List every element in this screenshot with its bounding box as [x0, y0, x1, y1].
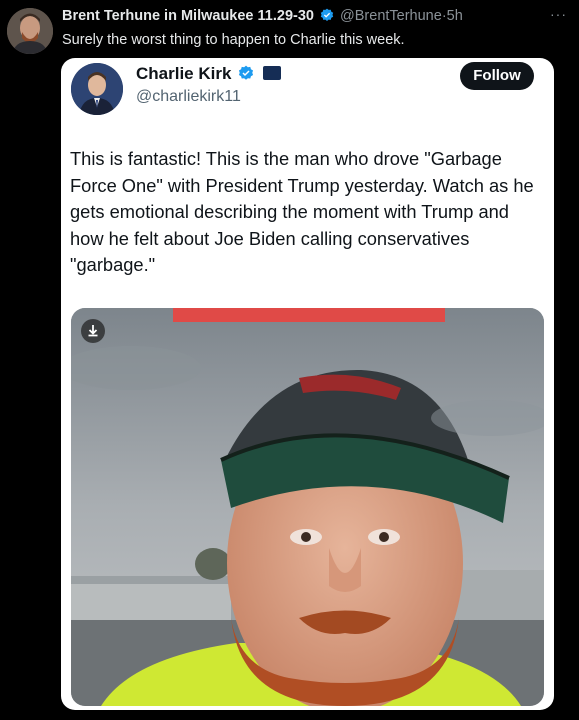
quoted-author-name[interactable]: Charlie Kirk [136, 64, 231, 83]
outer-tweet-header: Brent Terhune in Milwaukee 11.29-30 @Bre… [62, 8, 539, 26]
follow-button[interactable]: Follow [460, 62, 534, 90]
outer-tweet-text: Surely the worst thing to happen to Char… [62, 32, 405, 48]
tweet-timestamp[interactable]: 5h [447, 8, 463, 24]
video-frame-image [71, 308, 544, 706]
affiliation-badge-icon [262, 66, 281, 80]
verified-badge-icon [320, 8, 334, 26]
quoted-author-handle[interactable]: @charliekirk11 [136, 88, 241, 106]
quoted-author-avatar[interactable] [71, 63, 123, 115]
verified-badge-icon [238, 65, 254, 86]
download-icon[interactable] [81, 319, 105, 343]
quoted-author-name-row: Charlie Kirk [136, 64, 281, 86]
more-horizontal-icon[interactable]: ··· [550, 6, 567, 22]
outer-author-avatar[interactable] [7, 8, 53, 54]
video-thumbnail[interactable] [71, 308, 544, 706]
quoted-tweet-card[interactable]: Charlie Kirk @charliekirk11 Follow This … [61, 58, 554, 710]
outer-author-name[interactable]: Brent Terhune in Milwaukee 11.29-30 [62, 8, 314, 24]
quoted-tweet-text: This is fantastic! This is the man who d… [70, 148, 534, 275]
outer-author-handle[interactable]: @BrentTerhune [340, 8, 442, 24]
